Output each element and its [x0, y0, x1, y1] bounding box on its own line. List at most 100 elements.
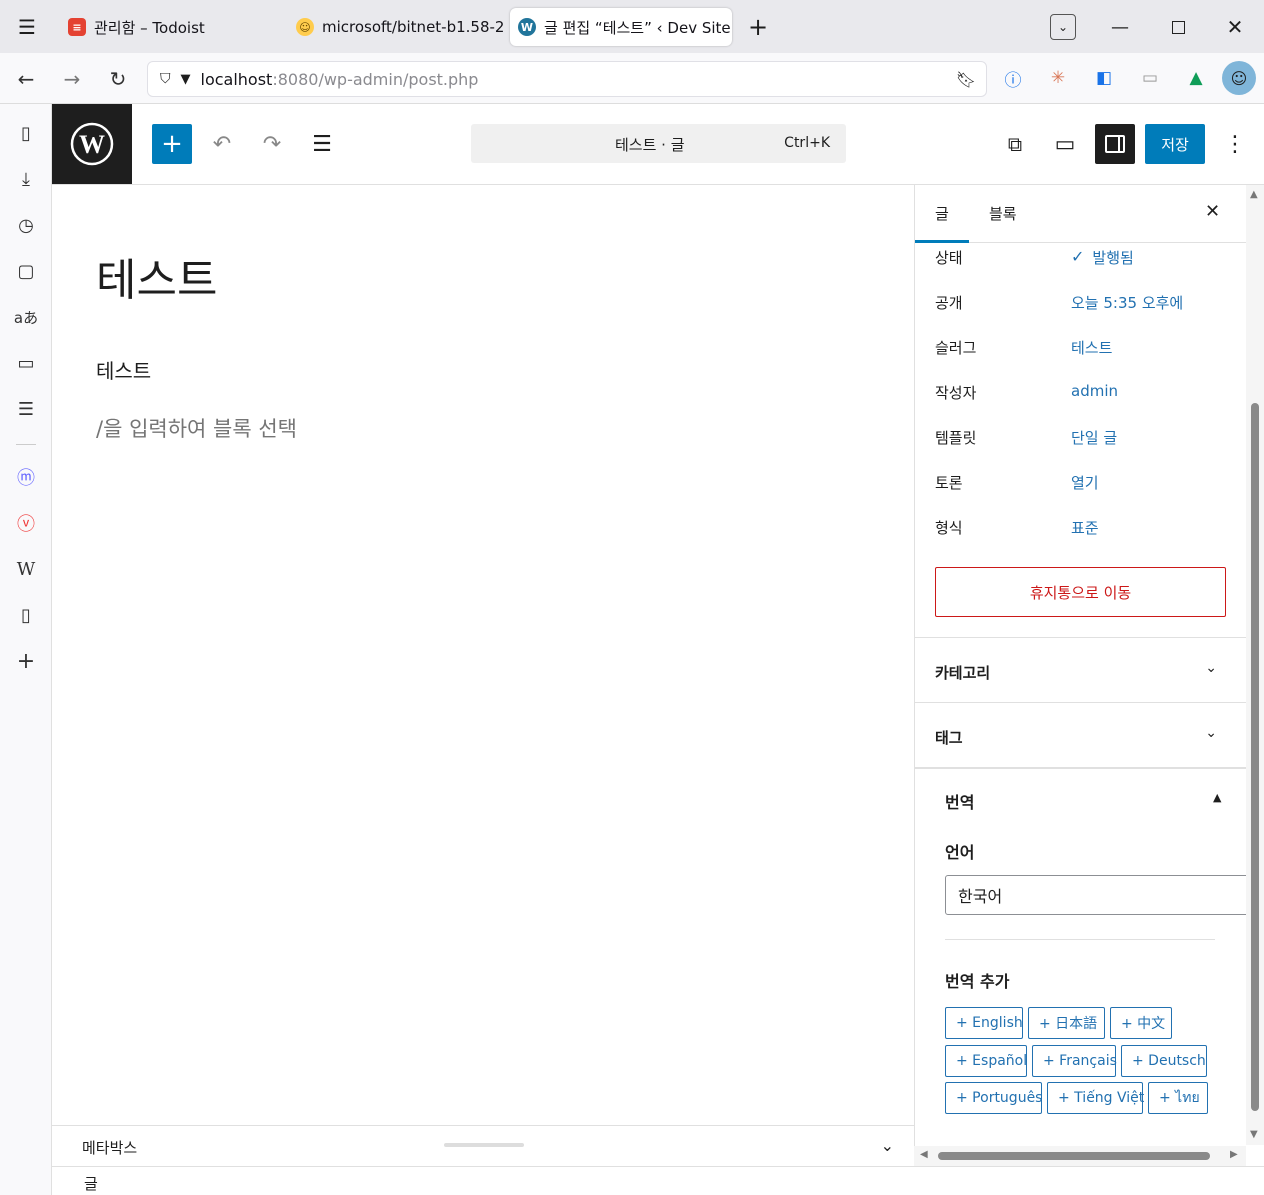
command-palette-button[interactable]: 테스트 · 글 Ctrl+K — [471, 124, 846, 163]
discussion-value[interactable]: 열기 — [1071, 472, 1099, 496]
reader-icon[interactable]: ☰ — [12, 395, 40, 423]
discussion-row: 토론 열기 — [935, 472, 1235, 496]
add-french-button[interactable]: + Français — [1032, 1045, 1117, 1077]
minimize-button[interactable]: — — [1107, 14, 1133, 40]
menu-icon[interactable]: ☰ — [14, 14, 40, 40]
tags-panel[interactable]: 태그 ⌄ — [915, 702, 1246, 767]
format-value[interactable]: 표준 — [1071, 517, 1099, 541]
bookmark-icon[interactable]: 🔖︎ — [956, 70, 976, 89]
translation-title[interactable]: 번역 — [945, 789, 974, 813]
screenshot-icon[interactable]: ▭ — [1137, 65, 1163, 91]
add-portuguese-button[interactable]: + Português — [945, 1082, 1042, 1114]
format-label: 형식 — [935, 519, 963, 537]
close-window-button[interactable]: ✕ — [1222, 14, 1248, 40]
tab-huggingface[interactable]: ☺ microsoft/bitnet-b1.58-2B- — [288, 8, 504, 46]
language-value: 한국어 — [958, 887, 1003, 906]
url-bar[interactable]: ⛉ ▼ localhost:8080/wp-admin/post.php 🔖︎ — [147, 61, 987, 97]
language-select[interactable]: 한국어 ⌄ — [945, 875, 1246, 915]
template-value[interactable]: 단일 글 — [1071, 427, 1117, 451]
add-vietnamese-button[interactable]: + Tiếng Việt — [1047, 1082, 1144, 1114]
add-german-button[interactable]: + Deutsch — [1121, 1045, 1207, 1077]
settings-toggle-button[interactable] — [1095, 124, 1135, 164]
wikipedia-icon[interactable]: W — [12, 555, 40, 583]
browser-tab-bar: ☰ ≡ 관리함 – Todoist ☺ microsoft/bitnet-b1.… — [0, 0, 1264, 53]
tab-todoist[interactable]: ≡ 관리함 – Todoist — [60, 8, 280, 46]
status-value[interactable]: 발행됨 — [1092, 247, 1133, 271]
maximize-button[interactable] — [1165, 14, 1191, 40]
tab-list-button[interactable]: ⌄ — [1050, 14, 1076, 40]
add-spanish-button[interactable]: + Español — [945, 1045, 1027, 1077]
mastodon-icon[interactable]: ⓜ — [12, 463, 40, 491]
notes-icon[interactable]: ▢ — [12, 257, 40, 285]
add-panel-icon[interactable]: + — [12, 647, 40, 675]
url-host: localhost — [200, 69, 273, 89]
template-row: 템플릿 단일 글 — [935, 427, 1235, 451]
chevron-down-icon[interactable]: ⌄ — [881, 1136, 894, 1155]
scroll-thumb[interactable] — [938, 1152, 1210, 1160]
sidebar-divider — [16, 444, 36, 445]
avatar[interactable]: ☺ — [1222, 61, 1256, 95]
forward-button[interactable]: → — [54, 61, 90, 97]
tab-block[interactable]: 블록 — [989, 203, 1017, 224]
resize-handle[interactable] — [444, 1143, 524, 1147]
scroll-left-arrow[interactable]: ◀ — [920, 1149, 928, 1160]
author-row: 작성자 admin — [935, 382, 1235, 406]
language-label: 언어 — [945, 843, 975, 862]
horizontal-scrollbar[interactable]: ◀ ▶ — [914, 1146, 1246, 1166]
paragraph-block[interactable]: 테스트 — [96, 355, 151, 384]
bookmarks-icon[interactable]: ▯ — [12, 119, 40, 147]
trash-button[interactable]: 휴지통으로 이동 — [935, 567, 1226, 617]
scroll-up-arrow[interactable]: ▲ — [1250, 189, 1258, 200]
translate-icon[interactable]: aあ — [12, 303, 40, 331]
vertical-scrollbar[interactable]: ▲ ▼ — [1246, 185, 1264, 1145]
redo-button[interactable]: ↷ — [252, 124, 292, 164]
block-placeholder[interactable]: /을 입력하여 블록 선택 — [96, 413, 297, 443]
add-english-button[interactable]: + English — [945, 1007, 1023, 1039]
categories-panel[interactable]: 카테고리 ⌄ — [915, 637, 1246, 702]
tags-title: 태그 — [935, 729, 963, 747]
save-button[interactable]: 저장 — [1145, 124, 1205, 164]
breadcrumb[interactable]: 글 — [84, 1173, 98, 1194]
history-icon[interactable]: ◷ — [12, 211, 40, 239]
shield-icon: ⛉ — [160, 71, 171, 87]
view-post-icon[interactable]: ⧉ — [995, 124, 1035, 164]
undo-button[interactable]: ↶ — [202, 124, 242, 164]
download-icon[interactable]: ⤓ — [12, 165, 40, 193]
wordpress-icon: W — [518, 18, 536, 36]
window-icon[interactable]: ▭ — [12, 349, 40, 377]
tab-wordpress[interactable]: W 글 편집 “테스트” ‹ Dev Site — [510, 8, 732, 46]
metabox-bar[interactable]: 메타박스 ⌄ — [52, 1125, 914, 1166]
author-value[interactable]: admin — [1071, 382, 1118, 406]
scroll-right-arrow[interactable]: ▶ — [1230, 1149, 1238, 1160]
add-japanese-button[interactable]: + 日本語 — [1028, 1007, 1105, 1039]
document-overview-button[interactable]: ☰ — [302, 124, 342, 164]
add-chinese-button[interactable]: + 中文 — [1110, 1007, 1172, 1039]
close-icon[interactable]: ✕ — [1205, 201, 1220, 222]
tab-post[interactable]: 글 — [935, 203, 949, 224]
add-block-button[interactable]: + — [152, 124, 192, 164]
slug-value[interactable]: 테스트 — [1071, 337, 1112, 361]
chevron-down-icon: ⌄ — [1205, 660, 1217, 676]
scroll-down-arrow[interactable]: ▼ — [1250, 1129, 1258, 1140]
editor-canvas: 테스트 테스트 /을 입력하여 블록 선택 — [52, 185, 914, 1125]
extension-icon[interactable]: ◧ — [1091, 65, 1117, 91]
chevron-up-icon[interactable]: ▲ — [1213, 791, 1221, 804]
document-icon[interactable]: ▯ — [12, 601, 40, 629]
preview-icon[interactable]: ▭ — [1045, 124, 1085, 164]
add-thai-button[interactable]: + ไทย — [1148, 1082, 1208, 1114]
google-drive-icon[interactable]: ▲ — [1183, 65, 1209, 91]
new-tab-button[interactable]: + — [745, 13, 771, 41]
post-title[interactable]: 테스트 — [96, 256, 217, 305]
chevron-down-icon: ⌄ — [1205, 725, 1217, 741]
password-manager-icon[interactable]: ⓘ — [1000, 65, 1026, 91]
vivaldi-icon[interactable]: ⓥ — [12, 509, 40, 537]
more-options-icon[interactable]: ⋮ — [1215, 124, 1255, 164]
scroll-thumb[interactable] — [1251, 403, 1259, 1111]
slug-label: 슬러그 — [935, 339, 977, 357]
wordpress-logo-button[interactable]: W — [52, 104, 132, 184]
reload-button[interactable]: ↻ — [100, 61, 136, 97]
tab-title: 글 편집 “테스트” ‹ Dev Site — [544, 18, 731, 37]
back-button[interactable]: ← — [8, 61, 44, 97]
publish-value[interactable]: 오늘 5:35 오후에 — [1071, 292, 1183, 316]
claude-icon[interactable]: ✳ — [1045, 65, 1071, 91]
